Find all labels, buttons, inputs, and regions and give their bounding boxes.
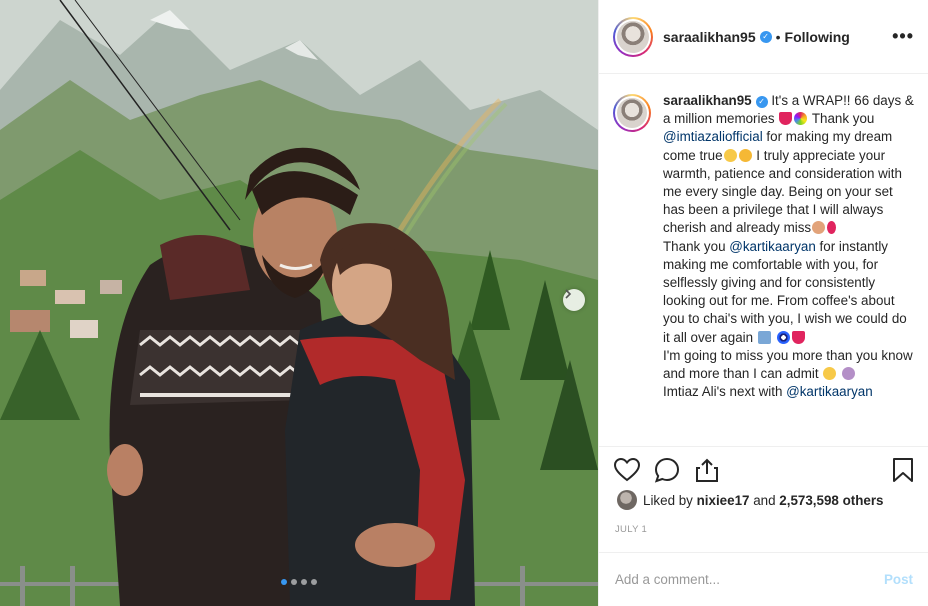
folded-hands-emoji-icon (812, 221, 826, 235)
post-comment-button[interactable]: Post (884, 572, 913, 587)
verified-badge-icon: ✓ (755, 96, 768, 109)
caption-line: Thank you (663, 238, 726, 254)
hugging-emoji-icon (723, 148, 737, 162)
divider (599, 446, 928, 447)
evil-eye-emoji-icon (776, 330, 790, 344)
caption-line: for instantly making me comfortable with… (663, 238, 907, 345)
likes-prefix: Liked by (643, 492, 693, 508)
carousel-dot (301, 579, 307, 585)
more-options-icon[interactable]: ••• (892, 26, 914, 47)
heart-emoji-icon (791, 330, 805, 344)
caption-avatar[interactable] (613, 94, 651, 132)
save-button[interactable] (889, 456, 917, 484)
mention-link[interactable]: @kartikaaryan (729, 239, 816, 254)
header-separator: • (775, 28, 781, 45)
post-photo[interactable] (0, 0, 598, 606)
photo-scene (0, 0, 598, 606)
bookmark-icon (893, 458, 913, 482)
balloon-emoji-icon (827, 221, 837, 235)
post-side-panel: saraalikhan95 ✓ • Following ••• saraalik… (598, 0, 928, 606)
share-icon (696, 458, 718, 482)
heart-icon (614, 458, 640, 482)
post-username[interactable]: saraalikhan95 (663, 29, 756, 45)
carousel-dot (311, 579, 317, 585)
mention-link[interactable]: @imtiazaliofficial (663, 129, 763, 144)
post-header: saraalikhan95 ✓ • Following ••• (599, 0, 928, 74)
rainbow-emoji-icon (794, 112, 808, 126)
action-bar (613, 455, 917, 485)
carousel-dot (281, 579, 287, 585)
liker-username[interactable]: nixiee17 (697, 493, 750, 508)
like-button[interactable] (613, 456, 641, 484)
caption-text: saraalikhan95 ✓ It's a WRAP!! 66 days & a… (663, 92, 915, 444)
comment-bubble-icon (654, 457, 680, 483)
caption-line: Thank you (811, 111, 875, 127)
avatar-image (617, 20, 649, 53)
share-button[interactable] (693, 456, 721, 484)
grinning-emoji-icon (738, 148, 752, 162)
carousel-dot (291, 579, 297, 585)
comment-button[interactable] (653, 456, 681, 484)
post-date[interactable]: JULY 1 (615, 524, 647, 535)
liker-avatar[interactable] (617, 490, 637, 510)
caption-line: Imtiaz Ali's next with (663, 384, 783, 400)
likes-joiner: and (753, 492, 776, 508)
avatar[interactable] (613, 16, 653, 57)
person-emoji-icon (842, 367, 856, 381)
caption-username[interactable]: saraalikhan95 (663, 93, 752, 108)
carousel-indicator (0, 579, 598, 585)
caption-line: I'm going to miss you more than you know… (663, 347, 913, 382)
carousel-next-button[interactable] (563, 289, 585, 311)
comment-input[interactable] (615, 572, 884, 587)
likes-count[interactable]: 2,573,598 others (779, 493, 883, 508)
blushing-emoji-icon (823, 367, 837, 381)
likes-summary: Liked by nixiee17 and 2,573,598 others (617, 490, 884, 510)
verified-badge-icon: ✓ (759, 30, 772, 43)
post-caption: saraalikhan95 ✓ It's a WRAP!! 66 days & a… (613, 92, 915, 444)
coffee-emoji-icon (757, 330, 771, 344)
following-button[interactable]: Following (785, 29, 850, 45)
chevron-right-icon (565, 289, 572, 299)
heart-emoji-icon (779, 112, 793, 126)
comment-form: Post (599, 552, 928, 606)
mention-link[interactable]: @kartikaaryan (786, 384, 873, 399)
